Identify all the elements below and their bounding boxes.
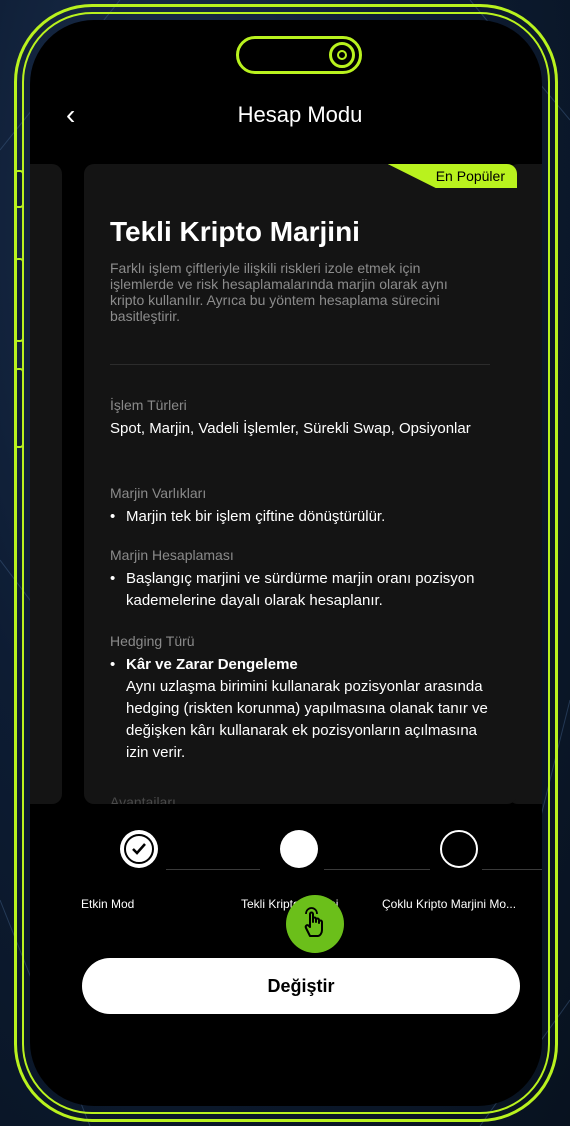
- step-connector: [482, 869, 542, 870]
- tap-hand-icon: [286, 895, 344, 953]
- step-label-multi: Çoklu Kripto Marjini Mo...: [382, 897, 517, 911]
- trade-types-value: Spot, Marjin, Vadeli İşlemler, Sürekli S…: [110, 420, 471, 437]
- phone-screen: ‹ Hesap Modu En Popüler Tekli Kripto Mar…: [30, 20, 542, 1106]
- hedging-bullet-text: Aynı uzlaşma birimini kullanarak pozisyo…: [126, 678, 488, 761]
- trade-types-section: İşlem Türleri Spot, Marjin, Vadeli İşlem…: [110, 396, 500, 440]
- mode-card: En Popüler Tekli Kripto Marjini Farklı i…: [84, 164, 517, 804]
- card-divider: [110, 364, 490, 365]
- margin-calc-section: Marjin Hesaplaması Başlangıç marjini ve …: [110, 546, 500, 612]
- step-connector: [166, 869, 260, 870]
- step-label-active: Etkin Mod: [81, 897, 135, 911]
- camera-icon: [329, 42, 355, 68]
- step-connector: [324, 869, 430, 870]
- check-icon: [124, 834, 154, 864]
- hedging-bullet: Kâr ve Zarar Dengeleme Aynı uzlaşma biri…: [110, 654, 500, 764]
- change-button[interactable]: Değiştir: [82, 958, 520, 1014]
- step-multi-crypto-margin[interactable]: [440, 830, 478, 868]
- hedging-bullet-title: Kâr ve Zarar Dengeleme: [126, 656, 298, 673]
- step-single-crypto-margin[interactable]: [280, 830, 318, 868]
- margin-assets-label: Marjin Varlıkları: [110, 485, 207, 501]
- margin-calc-bullet: Başlangıç marjini ve sürdürme marjin ora…: [110, 568, 500, 612]
- prev-mode-card[interactable]: [30, 164, 62, 804]
- card-description: Farklı işlem çiftleriyle ilişkili riskle…: [110, 260, 448, 324]
- dynamic-island: [236, 36, 362, 74]
- margin-assets-bullet: Marjin tek bir işlem çiftine dönüştürülü…: [110, 506, 500, 528]
- margin-calc-label: Marjin Hesaplaması: [110, 547, 234, 563]
- margin-assets-section: Marjin Varlıkları Marjin tek bir işlem ç…: [110, 484, 500, 528]
- popular-badge: En Popüler: [387, 164, 517, 188]
- trade-types-label: İşlem Türleri: [110, 397, 187, 413]
- step-active-mode[interactable]: [120, 830, 158, 868]
- advantages-label: Avantajları: [110, 794, 176, 804]
- hedging-label: Hedging Türü: [110, 633, 195, 649]
- page-title: Hesap Modu: [237, 102, 363, 127]
- card-title: Tekli Kripto Marjini: [110, 216, 360, 247]
- hedging-section: Hedging Türü Kâr ve Zarar Dengeleme Aynı…: [110, 632, 500, 764]
